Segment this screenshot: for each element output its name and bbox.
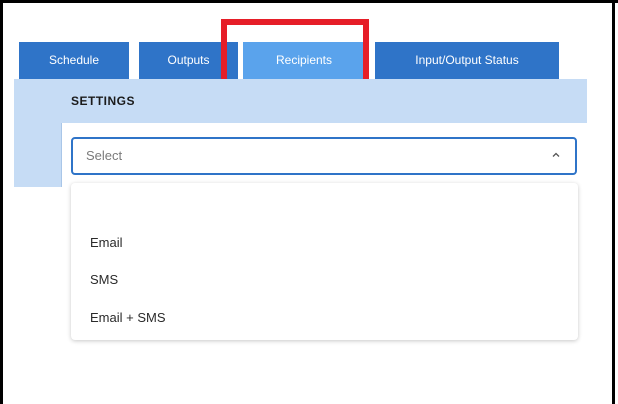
tab-outputs[interactable]: Outputs bbox=[139, 42, 238, 79]
tab-input-output-status[interactable]: Input/Output Status bbox=[375, 42, 559, 79]
option-email[interactable]: Email bbox=[90, 235, 123, 250]
tab-recipients[interactable]: Recipients bbox=[243, 42, 365, 79]
settings-title: SETTINGS bbox=[71, 94, 136, 108]
select-placeholder: Select bbox=[86, 148, 123, 163]
option-email-sms[interactable]: Email + SMS bbox=[90, 310, 166, 325]
select-dropdown-menu: Email SMS Email + SMS bbox=[71, 183, 578, 340]
tab-bar: Schedule Outputs Recipients Input/Output… bbox=[14, 42, 614, 79]
tab-schedule[interactable]: Schedule bbox=[19, 42, 129, 79]
frame-left-border bbox=[0, 0, 3, 404]
option-sms[interactable]: SMS bbox=[90, 272, 118, 287]
settings-row-gutter bbox=[14, 123, 61, 187]
recipient-type-select[interactable]: Select bbox=[71, 137, 577, 175]
chevron-up-icon bbox=[552, 152, 560, 157]
frame-top-border bbox=[0, 0, 618, 3]
